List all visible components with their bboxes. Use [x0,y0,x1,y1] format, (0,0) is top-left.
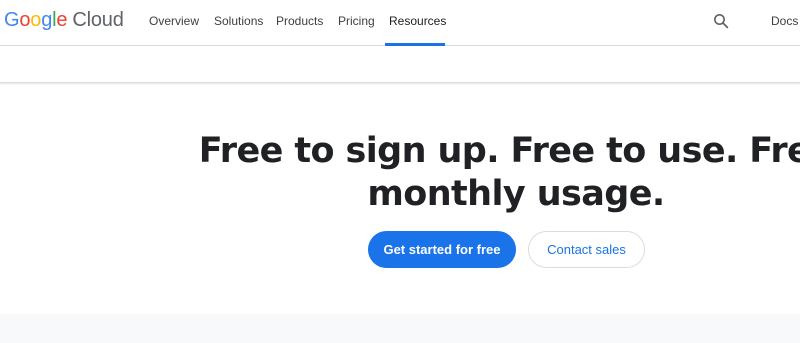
hero-title: Free to sign up. Free to use. Free month… [198,131,800,214]
top-navigation: Google Cloud Overview Solutions Products … [0,0,800,46]
search-icon[interactable] [712,12,730,30]
nav-item-pricing[interactable]: Pricing [338,14,375,28]
secondary-navigation-bar [0,46,800,83]
nav-item-resources[interactable]: Resources [389,14,446,28]
nav-item-products[interactable]: Products [276,14,323,28]
logo-letter: G [4,9,20,31]
logo-letter: o [30,9,42,31]
google-cloud-logo[interactable]: Google Cloud [4,9,124,32]
nav-item-overview[interactable]: Overview [149,14,199,28]
contact-sales-button[interactable]: Contact sales [528,231,645,268]
logo-product-name: Cloud [72,9,124,31]
nav-item-solutions[interactable]: Solutions [214,14,263,28]
logo-letter: e [56,9,68,31]
logo-letter: o [19,9,31,31]
page: Google Cloud Overview Solutions Products … [0,0,800,343]
nav-item-docs[interactable]: Docs [771,14,798,28]
next-section-band [0,314,800,343]
get-started-button[interactable]: Get started for free [368,231,516,268]
logo-letter: g [41,9,53,31]
